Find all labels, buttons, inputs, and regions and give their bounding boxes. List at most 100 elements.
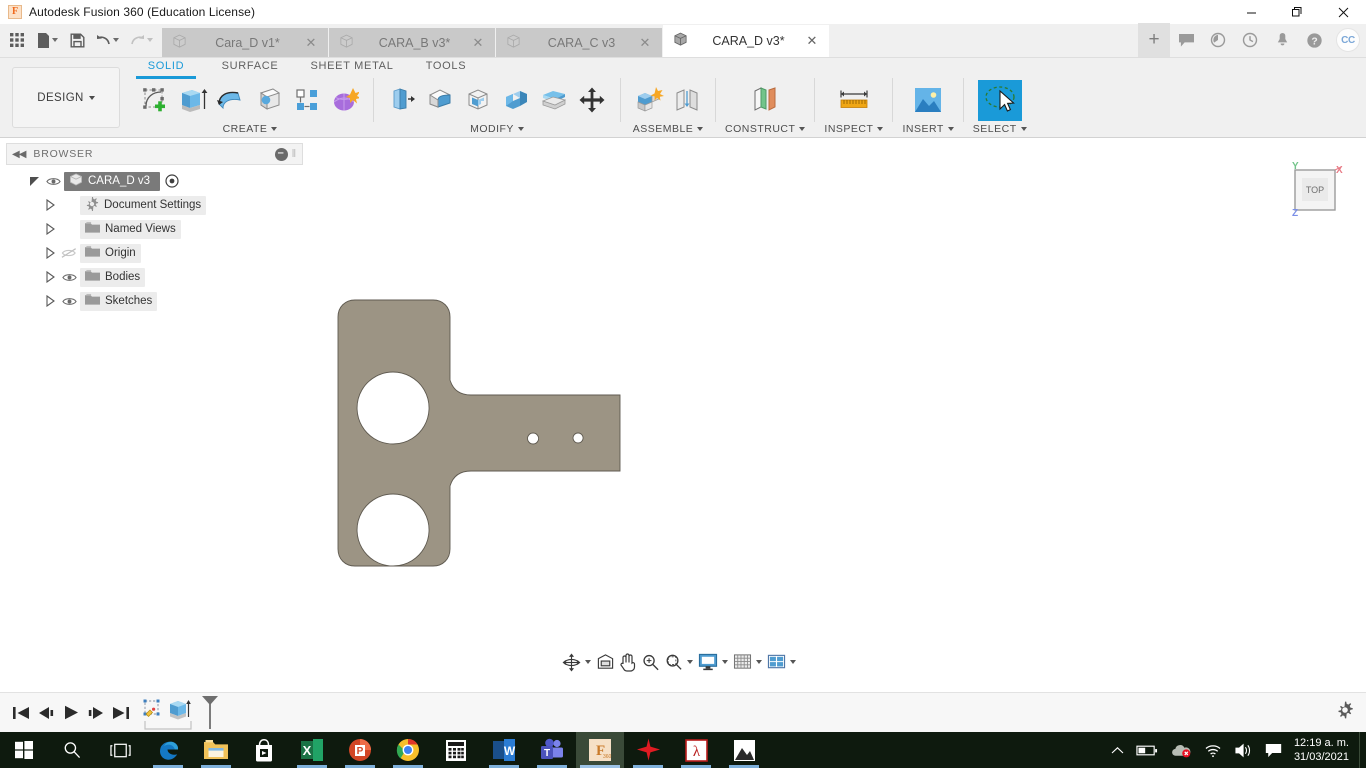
battery-icon[interactable] (1130, 732, 1164, 768)
step-forward-icon[interactable] (83, 698, 108, 728)
press-pull-icon[interactable] (383, 80, 421, 120)
document-tab-1[interactable]: CARA_B v3* ✕ (329, 28, 495, 57)
history-icon[interactable] (1234, 23, 1266, 57)
visibility-eye-icon[interactable] (58, 296, 80, 307)
taskbar-clock[interactable]: 12:19 a. m. 31/03/2021 (1288, 732, 1359, 768)
tree-row-sketches[interactable]: Sketches (6, 289, 303, 313)
tree-row-origin[interactable]: Origin (6, 241, 303, 265)
close-window-button[interactable] (1320, 0, 1366, 24)
select-freeform-icon[interactable] (977, 79, 1022, 121)
expand-collapse-icon[interactable] (42, 223, 58, 235)
visibility-eye-icon[interactable] (42, 176, 64, 187)
chevron-down-icon[interactable] (271, 127, 278, 131)
chevron-down-icon[interactable] (877, 127, 884, 131)
visibility-eye-icon[interactable] (58, 272, 80, 283)
search-icon[interactable] (48, 732, 96, 768)
notifications-icon[interactable] (1266, 23, 1298, 57)
chevron-down-icon[interactable] (756, 660, 762, 664)
document-tab-2[interactable]: CARA_C v3 ✕ (496, 28, 662, 57)
user-avatar[interactable]: CC (1336, 28, 1360, 52)
chevron-down-icon[interactable] (687, 660, 693, 664)
zoom-icon[interactable] (639, 650, 662, 674)
close-tab-button[interactable]: ✕ (636, 35, 654, 51)
minimize-button[interactable] (1228, 0, 1274, 24)
calculator-icon[interactable] (432, 732, 480, 768)
tab-sheet-metal[interactable]: SHEET METAL (298, 58, 406, 76)
viewports-icon[interactable] (765, 650, 788, 674)
chevron-down-icon[interactable] (517, 127, 524, 131)
visibility-eye-hidden-icon[interactable] (58, 247, 80, 259)
go-to-end-icon[interactable] (108, 698, 133, 728)
speaker-icon[interactable] (1228, 732, 1259, 768)
chevron-down-icon[interactable] (790, 660, 796, 664)
panel-resize-handle[interactable]: ‖ (292, 148, 297, 160)
light-bulb-toggle-icon[interactable] (165, 174, 179, 188)
offset-face-icon[interactable] (535, 80, 573, 120)
show-desktop-button[interactable] (1359, 732, 1366, 768)
chevron-down-icon[interactable] (697, 127, 704, 131)
expand-collapse-icon[interactable] (42, 271, 58, 283)
tree-item-chip[interactable]: Origin (80, 243, 141, 263)
chevron-down-icon[interactable] (799, 127, 806, 131)
sweep-icon[interactable] (250, 80, 288, 120)
microsoft-edge-icon[interactable] (144, 732, 192, 768)
tree-row-named-views[interactable]: Named Views (6, 217, 303, 241)
expand-collapse-icon[interactable] (42, 295, 58, 307)
offset-plane-icon[interactable] (742, 80, 788, 120)
app-grid-icon[interactable] (4, 27, 30, 53)
expand-collapse-icon[interactable] (42, 199, 58, 211)
document-tab-0[interactable]: Cara_D v1* ✕ (162, 28, 328, 57)
tree-item-chip[interactable]: Document Settings (80, 195, 207, 215)
redo-icon[interactable] (124, 27, 158, 53)
excel-icon[interactable]: X (288, 732, 336, 768)
new-tab-button[interactable]: + (1138, 23, 1170, 57)
tab-solid[interactable]: SOLID (130, 58, 202, 79)
job-status-icon[interactable] (1202, 23, 1234, 57)
chrome-icon[interactable] (384, 732, 432, 768)
word-icon[interactable]: W (480, 732, 528, 768)
tab-surface[interactable]: SURFACE (202, 58, 298, 76)
tree-row-root[interactable]: CARA_D v3 (6, 169, 303, 193)
minimize-panel-button[interactable]: – (274, 147, 288, 161)
display-settings-icon[interactable] (696, 650, 720, 674)
insert-image-icon[interactable] (906, 80, 950, 120)
file-explorer-icon[interactable] (192, 732, 240, 768)
microsoft-store-icon[interactable] (240, 732, 288, 768)
view-cube[interactable]: TOP Y X Z (1284, 159, 1344, 224)
start-icon[interactable] (0, 732, 48, 768)
workspace-switcher-button[interactable]: DESIGN (12, 67, 120, 128)
expand-collapse-icon[interactable] (26, 176, 42, 187)
timeline-marker[interactable] (197, 695, 223, 731)
help-icon[interactable]: ? (1298, 23, 1330, 57)
loft-icon[interactable] (288, 80, 326, 120)
go-to-beginning-icon[interactable] (8, 698, 33, 728)
chevron-down-icon[interactable] (1020, 127, 1027, 131)
orbit-icon[interactable] (560, 650, 583, 674)
tree-row-document-settings[interactable]: Document Settings (6, 193, 303, 217)
powerpoint-icon[interactable]: P (336, 732, 384, 768)
new-component-icon[interactable] (630, 80, 668, 120)
undo-icon[interactable] (90, 27, 124, 53)
maximize-button[interactable] (1274, 0, 1320, 24)
joint-icon[interactable] (668, 80, 706, 120)
pan-icon[interactable] (617, 650, 639, 674)
wifi-icon[interactable] (1198, 732, 1228, 768)
new-file-icon[interactable] (30, 27, 64, 53)
fusion360-icon[interactable]: F 360 (576, 732, 624, 768)
form-icon[interactable] (326, 80, 364, 120)
fillet-icon[interactable] (421, 80, 459, 120)
task-view-icon[interactable] (96, 732, 144, 768)
save-icon[interactable] (64, 27, 90, 53)
document-tab-3-active[interactable]: CARA_D v3* ✕ (663, 25, 829, 57)
grid-snap-icon[interactable] (731, 650, 754, 674)
teams-icon[interactable]: T (528, 732, 576, 768)
tree-row-bodies[interactable]: Bodies (6, 265, 303, 289)
expand-collapse-icon[interactable] (42, 247, 58, 259)
play-icon[interactable] (58, 698, 83, 728)
combine-icon[interactable] (497, 80, 535, 120)
move-copy-icon[interactable] (573, 80, 611, 120)
tree-root-chip[interactable]: CARA_D v3 (64, 171, 160, 191)
close-tab-button[interactable]: ✕ (302, 35, 320, 51)
measure-icon[interactable] (832, 80, 876, 120)
shell-icon[interactable] (459, 80, 497, 120)
